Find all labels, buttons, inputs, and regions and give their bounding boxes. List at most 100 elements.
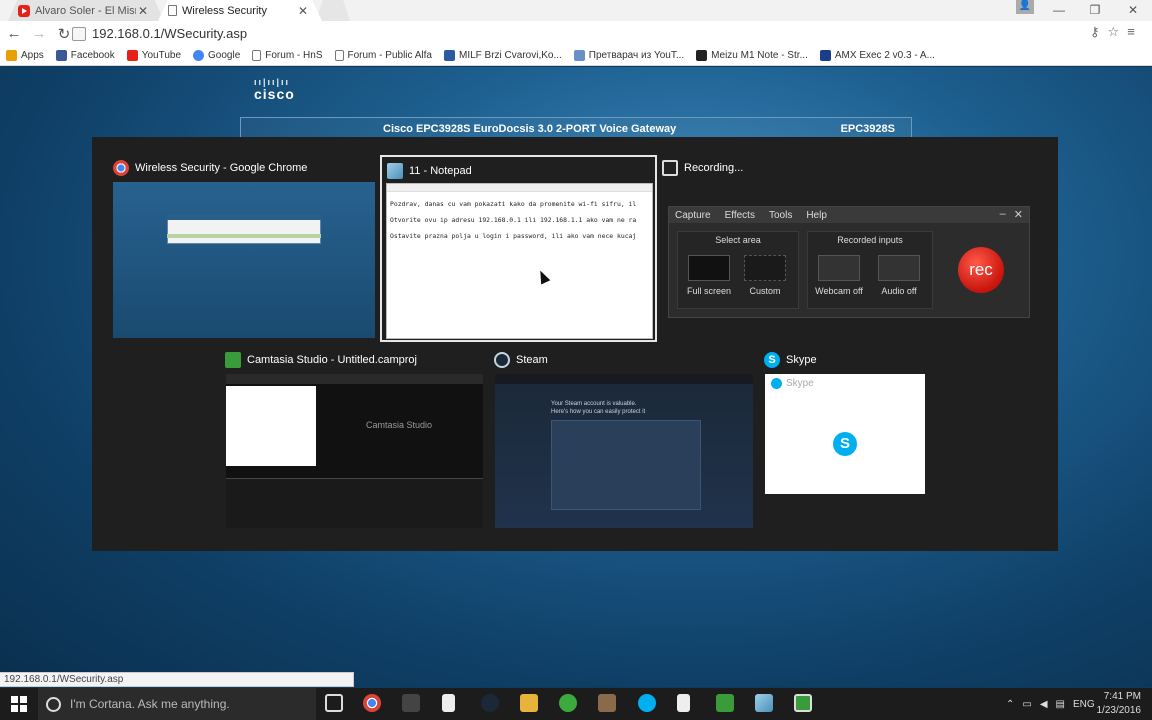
cisco-logo-text: cisco	[254, 86, 295, 102]
keyboard-icon[interactable]: ▤	[1056, 699, 1065, 710]
cortana-search[interactable]: I'm Cortana. Ask me anything.	[38, 688, 316, 720]
switcher-window-notepad[interactable]: 11 - Notepad Pozdrav, danas cu vam pokaz…	[380, 155, 657, 342]
custom-option[interactable]: Custom	[741, 255, 789, 296]
taskbar-chrome-icon[interactable]	[363, 694, 381, 712]
bookmark-google[interactable]: Google	[193, 50, 240, 61]
notepad-line: Ostavite prazna polja u login i password…	[390, 232, 637, 240]
steam-subheadline: Here's how you can easily protect it	[551, 409, 646, 415]
taskbar-folder-icon[interactable]	[520, 694, 538, 712]
notepad-line: Otvorite ovu ip adresu 192.168.0.1 ili 1…	[390, 216, 637, 224]
fullscreen-option[interactable]: Full screen	[685, 255, 733, 296]
close-icon[interactable]: ✕	[1014, 208, 1023, 221]
minimize-button[interactable]: —	[1046, 2, 1072, 18]
window-close-button[interactable]: ✕	[1120, 2, 1146, 18]
notepad-line: Pozdrav, danas cu vam pokazati kako da p…	[390, 200, 637, 208]
tab-wireless-security[interactable]: Wireless Security ✕	[158, 0, 322, 21]
switcher-window-recorder[interactable]: Recording... Capture Effects Tools Help …	[662, 160, 1030, 320]
switcher-window-skype[interactable]: S Skype Skype S	[764, 352, 926, 494]
arrow-icon	[696, 50, 708, 61]
bookmark-meizu[interactable]: Meizu M1 Note - Str...	[696, 50, 808, 61]
profile-icon[interactable]: 👤	[1016, 0, 1034, 14]
back-button[interactable]: ←	[3, 25, 25, 42]
minimize-icon[interactable]: –	[1000, 208, 1006, 221]
taskbar-app-icon[interactable]	[402, 694, 420, 712]
taskbar-skype-icon[interactable]	[638, 694, 656, 712]
key-icon[interactable]: ⚷	[1090, 24, 1100, 40]
steam-thumbnail: Your Steam account is valuable. Here's h…	[495, 374, 753, 528]
bookmark-amx[interactable]: AMX Exec 2 v0.3 - A...	[819, 50, 935, 61]
taskbar-game-icon[interactable]	[598, 694, 616, 712]
window-title: 11 - Notepad	[409, 165, 472, 177]
steam-headline: Your Steam account is valuable.	[551, 401, 637, 407]
chevron-up-icon[interactable]: ⌃	[1006, 699, 1014, 710]
taskbar-camtasia-icon[interactable]	[716, 694, 734, 712]
close-icon[interactable]: ✕	[296, 4, 310, 18]
bookmark-youtube[interactable]: YouTube	[126, 50, 181, 61]
star-icon[interactable]: ☆	[1108, 24, 1120, 40]
taskbar-notepad-icon[interactable]	[755, 694, 773, 712]
skype-inner-title: Skype	[786, 378, 814, 389]
new-tab-button[interactable]	[316, 0, 350, 21]
system-tray: ⌃ ▭ ◀ ▤ ENG	[1006, 688, 1095, 720]
bookmark-forum-hns[interactable]: Forum - HnS	[252, 50, 323, 61]
converter-icon	[573, 50, 585, 61]
language-indicator[interactable]: ENG	[1073, 699, 1095, 710]
router-title: Cisco EPC3928S EuroDocsis 3.0 2-PORT Voi…	[383, 123, 677, 135]
tab-title: Wireless Security	[182, 4, 267, 17]
bookmark-label: Facebook	[70, 50, 115, 61]
record-button[interactable]: rec	[958, 247, 1004, 293]
webcam-option[interactable]: Webcam off	[815, 255, 863, 296]
apps-grid-icon	[6, 50, 17, 61]
taskbar-file-icon[interactable]	[442, 694, 455, 712]
window-title: Camtasia Studio - Untitled.camproj	[247, 354, 417, 366]
switcher-window-camtasia[interactable]: Camtasia Studio - Untitled.camproj Camta…	[225, 352, 483, 528]
bookmark-forum-alfa[interactable]: Forum - Public Alfa	[334, 50, 432, 61]
window-header: Camtasia Studio - Untitled.camproj	[225, 352, 417, 368]
taskbar-steam-icon[interactable]	[481, 694, 499, 712]
menu-icon[interactable]: ≡	[1127, 24, 1135, 40]
volume-icon[interactable]: ◀	[1040, 699, 1048, 710]
bookmark-converter[interactable]: Претварач из YouT...	[573, 50, 685, 61]
clock[interactable]: 7:41 PM 1/23/2016	[1093, 690, 1142, 718]
taskbar-notepad-file-icon[interactable]	[677, 694, 690, 712]
menu-capture[interactable]: Capture	[675, 210, 711, 221]
bookmark-milf[interactable]: MILF Brzi Cvarovi,Ko...	[443, 50, 562, 61]
maximize-button[interactable]: ❐	[1082, 2, 1108, 18]
address-bar[interactable]: 192.168.0.1/WSecurity.asp	[72, 23, 1092, 44]
window-header: 11 - Notepad	[387, 163, 472, 179]
taskbar-recorder-icon[interactable]	[794, 694, 812, 712]
switcher-window-steam[interactable]: Steam Your Steam account is valuable. He…	[494, 352, 754, 528]
bookmark-label: AMX Exec 2 v0.3 - A...	[834, 50, 935, 61]
menu-effects[interactable]: Effects	[725, 210, 755, 221]
amx-icon	[819, 50, 831, 61]
youtube-icon	[126, 50, 138, 61]
forward-button[interactable]: →	[28, 25, 50, 42]
menu-help[interactable]: Help	[806, 210, 827, 221]
tab-title: Alvaro Soler - El Mismo	[35, 4, 136, 17]
camtasia-logo-text: Camtasia Studio	[366, 420, 433, 430]
bookmark-apps[interactable]: Apps	[6, 50, 44, 61]
tab-youtube[interactable]: Alvaro Soler - El Mismo ✕	[8, 0, 164, 21]
network-icon[interactable]: ▭	[1022, 699, 1031, 710]
bookmark-facebook[interactable]: Facebook	[55, 50, 115, 61]
menu-tools[interactable]: Tools	[769, 210, 792, 221]
custom-area-icon	[744, 255, 786, 281]
bookmark-label: Претварач из YouT...	[588, 50, 685, 61]
window-header: Recording...	[662, 160, 743, 176]
fullscreen-icon	[688, 255, 730, 281]
window-header: S Skype	[764, 352, 817, 368]
taskbar-phone-icon[interactable]	[559, 694, 577, 712]
close-icon[interactable]: ✕	[136, 4, 150, 18]
toolbar-actions: ⚷ ☆ ≡	[1090, 24, 1135, 40]
option-label: Full screen	[686, 286, 731, 296]
switcher-window-chrome[interactable]: Wireless Security - Google Chrome	[113, 160, 375, 338]
option-label: Webcam off	[815, 286, 863, 296]
page-info-icon[interactable]	[72, 26, 86, 41]
start-button[interactable]	[0, 688, 38, 720]
task-view-icon[interactable]	[325, 694, 343, 712]
tab-strip: Alvaro Soler - El Mismo ✕ Wireless Secur…	[0, 0, 1152, 21]
audio-option[interactable]: Audio off	[875, 255, 923, 296]
bookmark-label: MILF Brzi Cvarovi,Ko...	[458, 50, 562, 61]
skype-logo-icon: S	[833, 432, 857, 456]
window-title: Steam	[516, 354, 548, 366]
